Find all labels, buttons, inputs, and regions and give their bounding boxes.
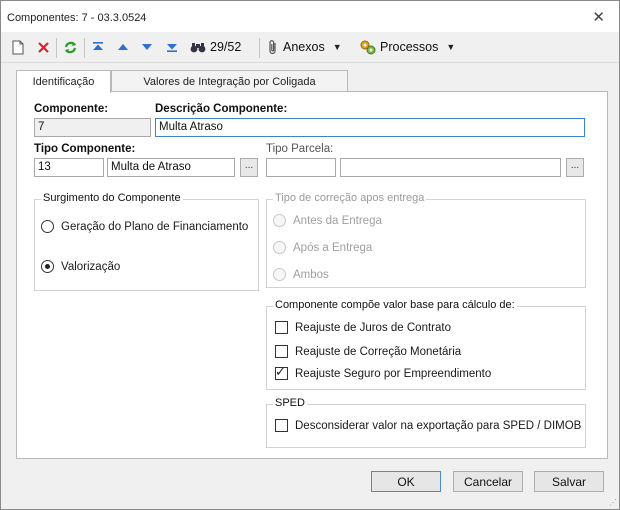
ok-button[interactable]: OK bbox=[371, 471, 441, 492]
save-button[interactable]: Salvar bbox=[534, 471, 604, 492]
tipo-correcao-legend: Tipo de correção apos entrega bbox=[273, 192, 427, 204]
anexos-menu-button[interactable]: Anexos ▼ bbox=[267, 38, 351, 56]
radio-circle-icon bbox=[273, 241, 286, 254]
tipo-parcela-lookup-button[interactable]: ... bbox=[566, 158, 584, 177]
checkbox-icon bbox=[275, 419, 288, 432]
tipo-componente-code-field[interactable]: 13 bbox=[34, 158, 104, 177]
radio-circle-icon bbox=[273, 268, 286, 281]
refresh-icon bbox=[64, 41, 76, 53]
radio-apos-entrega[interactable]: Após a Entrega bbox=[273, 241, 372, 254]
checkbox-icon bbox=[275, 345, 288, 358]
surgimento-group: Surgimento do Componente Geração do Plan… bbox=[34, 192, 259, 291]
refresh-button[interactable] bbox=[62, 38, 78, 56]
window-title: Componentes: 7 - 03.3.0524 bbox=[7, 12, 147, 24]
tipo-componente-desc-field[interactable]: Multa de Atraso bbox=[107, 158, 235, 177]
descricao-field[interactable]: Multa Atraso bbox=[155, 118, 585, 137]
radio-label: Ambos bbox=[293, 268, 329, 281]
title-bar: Componentes: 7 - 03.3.0524 ✕ bbox=[1, 1, 619, 32]
componente-label: Componente: bbox=[34, 103, 109, 115]
checkbox-label: Reajuste de Correção Monetária bbox=[295, 345, 462, 358]
processos-label: Processos bbox=[380, 40, 439, 54]
new-record-button[interactable] bbox=[10, 38, 26, 56]
checkbox-reajuste-juros[interactable]: Reajuste de Juros de Contrato bbox=[275, 321, 451, 334]
checkbox-icon: ✓ bbox=[275, 364, 288, 380]
delete-button[interactable] bbox=[35, 38, 51, 56]
radio-label: Geração do Plano de Financiamento bbox=[61, 220, 249, 233]
first-record-button[interactable] bbox=[90, 38, 106, 56]
descricao-label: Descrição Componente: bbox=[155, 103, 288, 115]
new-document-icon bbox=[12, 40, 24, 54]
tipo-componente-label: Tipo Componente: bbox=[34, 143, 136, 155]
cancel-button[interactable]: Cancelar bbox=[453, 471, 523, 492]
checkbox-icon bbox=[275, 321, 288, 334]
tipo-correcao-group: Tipo de correção apos entrega Antes da E… bbox=[266, 192, 586, 288]
calculo-legend: Componente compõe valor base para cálcul… bbox=[273, 299, 517, 311]
radio-ambos[interactable]: Ambos bbox=[273, 268, 329, 281]
radio-label: Valorização bbox=[61, 260, 121, 273]
tipo-parcela-label: Tipo Parcela: bbox=[266, 143, 334, 155]
last-record-button[interactable] bbox=[164, 38, 180, 56]
first-record-icon bbox=[93, 42, 103, 50]
componente-field[interactable]: 7 bbox=[34, 118, 151, 137]
radio-circle-icon bbox=[41, 260, 54, 273]
processos-menu-button[interactable]: Processos ▼ bbox=[359, 38, 459, 56]
tipo-componente-lookup-button[interactable]: ... bbox=[240, 158, 258, 177]
checkbox-desconsiderar-sped[interactable]: Desconsiderar valor na exportação para S… bbox=[275, 419, 581, 432]
toolbar: 29/52 Anexos ▼ Processos ▼ bbox=[1, 32, 619, 63]
previous-record-icon bbox=[118, 44, 128, 50]
radio-label: Antes da Entrega bbox=[293, 214, 382, 227]
checkbox-label: Reajuste de Juros de Contrato bbox=[295, 321, 451, 334]
chevron-down-icon: ▼ bbox=[446, 42, 456, 52]
next-record-icon bbox=[142, 44, 152, 50]
calculo-group: Componente compõe valor base para cálcul… bbox=[266, 299, 586, 390]
radio-label: Após a Entrega bbox=[293, 241, 373, 254]
delete-x-icon bbox=[37, 41, 49, 53]
paperclip-icon bbox=[269, 40, 276, 55]
last-record-icon bbox=[167, 44, 177, 52]
checkbox-label: Reajuste Seguro por Empreendimento bbox=[295, 367, 492, 380]
anexos-label: Anexos bbox=[283, 40, 325, 54]
radio-valorizacao[interactable]: Valorização bbox=[41, 260, 120, 273]
checkbox-label: Desconsiderar valor na exportação para S… bbox=[295, 419, 582, 432]
binoculars-icon bbox=[190, 42, 206, 52]
radio-circle-icon bbox=[273, 214, 286, 227]
radio-antes-entrega[interactable]: Antes da Entrega bbox=[273, 214, 382, 227]
resize-grip-icon[interactable]: ⋰ bbox=[609, 498, 617, 507]
sped-legend: SPED bbox=[273, 397, 307, 409]
close-icon[interactable]: ✕ bbox=[592, 8, 605, 26]
record-counter-button[interactable]: 29/52 bbox=[190, 38, 252, 56]
previous-record-button[interactable] bbox=[115, 38, 131, 56]
tab-identificacao[interactable]: Identificação bbox=[16, 70, 111, 93]
tab-panel-identificacao: Componente: 7 Descrição Componente: Mult… bbox=[16, 91, 608, 459]
tipo-parcela-desc-field[interactable] bbox=[340, 158, 561, 177]
processes-gear-icon bbox=[360, 40, 376, 55]
record-counter: 29/52 bbox=[210, 40, 242, 54]
dialog-window: Componentes: 7 - 03.3.0524 ✕ 29/52 Anexo… bbox=[0, 0, 620, 510]
chevron-down-icon: ▼ bbox=[332, 42, 342, 52]
next-record-button[interactable] bbox=[139, 38, 155, 56]
tab-valores-integracao[interactable]: Valores de Integração por Coligada bbox=[111, 70, 348, 92]
checkbox-reajuste-correcao[interactable]: Reajuste de Correção Monetária bbox=[275, 345, 461, 358]
surgimento-legend: Surgimento do Componente bbox=[41, 192, 183, 204]
tipo-parcela-code-field[interactable] bbox=[266, 158, 336, 177]
sped-group: SPED Desconsiderar valor na exportação p… bbox=[266, 397, 586, 448]
radio-geracao-plano[interactable]: Geração do Plano de Financiamento bbox=[41, 220, 248, 233]
checkbox-reajuste-seguro[interactable]: ✓ Reajuste Seguro por Empreendimento bbox=[275, 364, 492, 380]
radio-circle-icon bbox=[41, 220, 54, 233]
checkmark-icon: ✓ bbox=[275, 364, 286, 379]
